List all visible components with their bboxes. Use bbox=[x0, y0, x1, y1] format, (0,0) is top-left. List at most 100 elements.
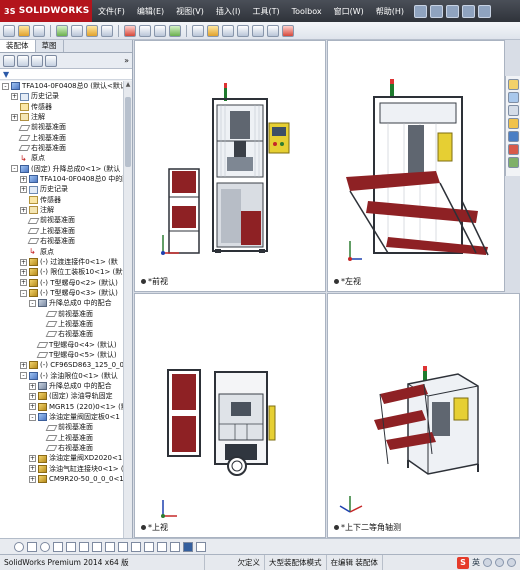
explode-view-icon[interactable] bbox=[124, 24, 136, 37]
rectangle-icon[interactable] bbox=[237, 24, 249, 37]
two-view-icon[interactable] bbox=[170, 541, 180, 552]
ime-settings-icon[interactable] bbox=[507, 558, 516, 567]
tree-node[interactable]: + (-) 过渡连接件0<1> (默 bbox=[0, 257, 124, 267]
expand-icon[interactable]: + bbox=[29, 475, 36, 483]
collapse-icon[interactable]: - bbox=[20, 372, 27, 380]
expand-icon[interactable]: + bbox=[20, 186, 27, 194]
circle-icon[interactable] bbox=[252, 24, 264, 37]
tree-node[interactable]: 上视基准面 bbox=[0, 226, 124, 236]
collapse-icon[interactable]: - bbox=[29, 413, 36, 421]
line-icon[interactable] bbox=[222, 24, 234, 37]
funnel-icon[interactable]: ▼ bbox=[3, 70, 9, 79]
tab-sketch[interactable]: 草图 bbox=[36, 40, 64, 52]
collapse-icon[interactable]: - bbox=[20, 289, 27, 297]
expand-icon[interactable]: + bbox=[20, 279, 27, 287]
tree-node[interactable]: 上视基准面 bbox=[0, 133, 124, 143]
expand-icon[interactable]: + bbox=[11, 93, 18, 101]
tree-node[interactable]: ↳ 原点 bbox=[0, 153, 124, 163]
rebuild-icon[interactable] bbox=[18, 24, 30, 37]
linear-pattern-icon[interactable] bbox=[131, 541, 141, 552]
tree-node[interactable]: - TFA104-0F0408总0 (默认<默认 bbox=[0, 81, 124, 91]
tree-node[interactable]: + (-) CF96SD863_125_0_0_ bbox=[0, 360, 124, 370]
viewport-top[interactable]: *上视 bbox=[134, 293, 326, 538]
reference-geometry-icon[interactable] bbox=[139, 24, 151, 37]
design-library-icon[interactable] bbox=[507, 105, 519, 116]
tree-node[interactable]: + 注解 bbox=[0, 112, 124, 122]
tree-node[interactable]: 右视基准面 bbox=[0, 443, 124, 453]
options-icon[interactable] bbox=[33, 24, 45, 37]
menu-tools[interactable]: 工具(T) bbox=[246, 6, 285, 17]
menu-insert[interactable]: 插入(I) bbox=[210, 6, 247, 17]
solidworks-logo[interactable]: 3S SOLIDWORKS bbox=[0, 0, 92, 22]
expand-icon[interactable]: + bbox=[29, 455, 36, 463]
tree-node[interactable]: 右视基准面 bbox=[0, 236, 124, 246]
tree-node[interactable]: + 历史记录 bbox=[0, 184, 124, 194]
tree-node[interactable]: 上视基准面 bbox=[0, 433, 124, 443]
filter-bar[interactable]: ▼ bbox=[0, 69, 132, 80]
collapse-icon[interactable]: - bbox=[2, 82, 9, 90]
tree-node[interactable]: - 升降总成0 中的配合 bbox=[0, 298, 124, 308]
expand-icon[interactable]: + bbox=[29, 465, 36, 473]
tree-node[interactable]: 上视基准面 bbox=[0, 319, 124, 329]
pin-icon[interactable] bbox=[414, 4, 428, 18]
viewport-isometric[interactable]: *上下二等角轴测 bbox=[327, 293, 520, 538]
tree-node[interactable]: + (固定) 涂油导轨固定 bbox=[0, 391, 124, 401]
tree-node[interactable]: 前视基准面 bbox=[0, 422, 124, 432]
tree-node[interactable]: 前视基准面 bbox=[0, 309, 124, 319]
tree-node[interactable]: + TFA104-0F0408总0 中的配合 bbox=[0, 174, 124, 184]
assembly-mode-status[interactable]: 大型装配体模式 bbox=[265, 554, 327, 570]
ime-language[interactable]: 英 bbox=[472, 557, 480, 568]
single-view-icon[interactable] bbox=[157, 541, 167, 552]
expand-icon[interactable]: + bbox=[29, 403, 36, 411]
resources-icon[interactable] bbox=[507, 92, 519, 103]
tree-node[interactable]: + 涂油定量阀XD2020<1 bbox=[0, 453, 124, 463]
display-manager-icon[interactable] bbox=[45, 54, 57, 67]
tree-scrollbar[interactable]: ▲ ▼ bbox=[123, 81, 132, 551]
expand-icon[interactable]: + bbox=[20, 268, 27, 276]
view-palette-icon[interactable] bbox=[507, 131, 519, 142]
tree-node[interactable]: 右视基准面 bbox=[0, 143, 124, 153]
tree-node[interactable]: 前视基准面 bbox=[0, 122, 124, 132]
appearances-icon[interactable] bbox=[507, 144, 519, 155]
tree-node[interactable]: T型螺母0<4> (默认) bbox=[0, 340, 124, 350]
trim-icon[interactable] bbox=[282, 24, 294, 37]
tree-node[interactable]: T型螺母0<5> (默认) bbox=[0, 350, 124, 360]
insert-component-icon[interactable] bbox=[56, 24, 68, 37]
new-file-icon[interactable] bbox=[430, 4, 444, 18]
circle-tool-icon[interactable] bbox=[14, 541, 24, 552]
bill-of-materials-icon[interactable] bbox=[169, 24, 181, 37]
collapse-icon[interactable]: - bbox=[11, 165, 18, 173]
input-method-bar[interactable]: S 英 bbox=[457, 556, 520, 569]
convert-entities-icon[interactable] bbox=[105, 541, 115, 552]
custom-properties-icon[interactable] bbox=[507, 157, 519, 168]
expand-icon[interactable]: + bbox=[20, 361, 27, 369]
print-icon[interactable] bbox=[478, 4, 492, 18]
sketch-icon[interactable] bbox=[192, 24, 204, 37]
tree-node[interactable]: + MGR15 (220)0<1> (默认 bbox=[0, 402, 124, 412]
tree-node[interactable]: 传感器 bbox=[0, 102, 124, 112]
fillet-sketch-icon[interactable] bbox=[118, 541, 128, 552]
offset-tool-icon[interactable] bbox=[92, 541, 102, 552]
tree-node[interactable]: + 涂油气缸连接块0<1> (默 bbox=[0, 464, 124, 474]
scroll-up-icon[interactable]: ▲ bbox=[124, 81, 132, 89]
polygon-tool-icon[interactable] bbox=[27, 541, 37, 552]
menu-toolbox[interactable]: Toolbox bbox=[286, 7, 328, 16]
four-view-icon[interactable] bbox=[183, 541, 193, 552]
tree-node[interactable]: - (固定) 升降总成0<1> (默认 bbox=[0, 164, 124, 174]
tree-node[interactable]: - (-) T型螺母0<3> (默认) bbox=[0, 288, 124, 298]
viewport-left[interactable]: *左视 bbox=[327, 40, 505, 292]
tree-node[interactable]: + CM9R20-50_0_0_0<1 bbox=[0, 474, 124, 484]
select-icon[interactable] bbox=[3, 24, 15, 37]
tree-node[interactable]: - 涂油定量阀固定板0<1 bbox=[0, 412, 124, 422]
mate-icon[interactable] bbox=[71, 24, 83, 37]
link-views-icon[interactable] bbox=[196, 541, 206, 552]
menu-file[interactable]: 文件(F) bbox=[92, 6, 131, 17]
expand-icon[interactable]: + bbox=[20, 175, 27, 183]
expand-icon[interactable]: + bbox=[20, 206, 27, 214]
expand-icon[interactable]: + bbox=[29, 382, 36, 390]
tree-node[interactable]: + 升降总成0 中的配合 bbox=[0, 381, 124, 391]
menu-window[interactable]: 窗口(W) bbox=[328, 6, 370, 17]
scrollbar-thumb[interactable] bbox=[125, 97, 131, 167]
menu-help[interactable]: 帮助(H) bbox=[370, 6, 410, 17]
expand-icon[interactable]: + bbox=[20, 258, 27, 266]
